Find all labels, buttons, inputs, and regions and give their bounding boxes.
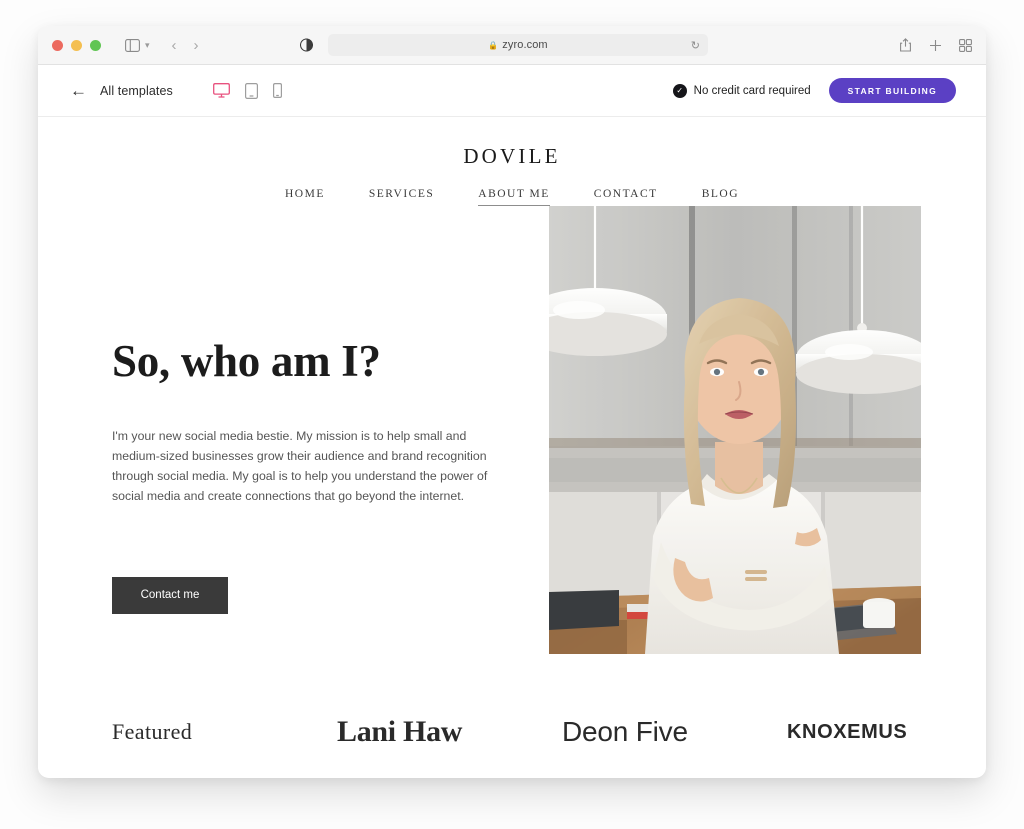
site-logo[interactable]: DOVILE bbox=[38, 117, 986, 169]
device-preview-switcher bbox=[212, 82, 282, 99]
nav-item-home[interactable]: HOME bbox=[285, 188, 325, 206]
all-templates-label[interactable]: All templates bbox=[100, 84, 173, 98]
page-title: So, who am I? bbox=[112, 336, 381, 386]
hero-paragraph: I'm your new social media bestie. My mis… bbox=[112, 429, 488, 503]
template-toolbar: ← All templates ✓ No credit card require… bbox=[38, 65, 986, 117]
brand-knoxemus: KNOXEMUS bbox=[787, 720, 908, 743]
address-bar[interactable]: 🔒 zyro.com ↻ bbox=[328, 34, 708, 56]
back-to-templates-icon[interactable]: ← bbox=[70, 82, 87, 99]
browser-navigation[interactable]: ‹ › bbox=[172, 37, 199, 54]
contact-me-button[interactable]: Contact me bbox=[112, 576, 228, 614]
desktop-preview-icon[interactable] bbox=[212, 83, 230, 98]
reload-icon[interactable]: ↻ bbox=[691, 39, 700, 52]
check-circle-icon: ✓ bbox=[672, 83, 687, 98]
browser-toolbar: ▾ ‹ › 🔒 zyro.com ↻ bbox=[38, 26, 986, 65]
forward-arrow-icon[interactable]: › bbox=[194, 37, 199, 54]
brand-featured: Featured bbox=[112, 719, 193, 744]
minimize-window-button[interactable] bbox=[71, 39, 82, 51]
no-credit-card-label: No credit card required bbox=[693, 84, 811, 97]
hero-content: So, who am I? I'm your new social media … bbox=[74, 238, 549, 614]
share-icon[interactable] bbox=[899, 38, 912, 52]
url-text: zyro.com bbox=[502, 39, 548, 51]
nav-item-services[interactable]: SERVICES bbox=[369, 188, 434, 206]
window-controls[interactable] bbox=[52, 39, 101, 51]
mobile-preview-icon[interactable] bbox=[272, 83, 282, 98]
chevron-down-icon[interactable]: ▾ bbox=[145, 40, 150, 51]
site-preview: DOVILE HOME SERVICES ABOUT ME CONTACT BL… bbox=[38, 117, 986, 777]
nav-item-about-me[interactable]: ABOUT ME bbox=[478, 188, 550, 206]
close-window-button[interactable] bbox=[52, 39, 63, 51]
sidebar-toggle-icon[interactable] bbox=[125, 38, 140, 52]
plus-icon[interactable] bbox=[929, 39, 942, 52]
maximize-window-button[interactable] bbox=[90, 39, 101, 51]
hero-section: So, who am I? I'm your new social media … bbox=[38, 206, 986, 654]
template-toolbar-actions: ✓ No credit card required START BUILDING bbox=[672, 78, 956, 103]
brand-lani-haw: Lani Haw bbox=[337, 715, 463, 748]
toolbar-actions bbox=[899, 38, 972, 52]
tablet-preview-icon[interactable] bbox=[244, 82, 258, 99]
portrait-photo-illustration bbox=[549, 206, 921, 654]
hero-photo bbox=[549, 206, 921, 654]
nav-item-blog[interactable]: BLOG bbox=[702, 188, 739, 206]
privacy-shield-icon[interactable] bbox=[300, 38, 313, 52]
browser-window: ▾ ‹ › 🔒 zyro.com ↻ ← All templates ✓ No … bbox=[38, 26, 986, 778]
site-navigation: HOME SERVICES ABOUT ME CONTACT BLOG bbox=[38, 188, 986, 206]
nav-item-contact[interactable]: CONTACT bbox=[594, 188, 658, 206]
lock-icon: 🔒 bbox=[488, 40, 499, 50]
back-arrow-icon[interactable]: ‹ bbox=[172, 37, 177, 54]
brand-deon-five: Deon Five bbox=[562, 716, 688, 747]
no-credit-card-notice: ✓ No credit card required bbox=[672, 83, 811, 98]
featured-brands: Featured Lani Haw Deon Five KNOXEMUS bbox=[38, 715, 986, 749]
start-building-button[interactable]: START BUILDING bbox=[828, 78, 956, 103]
tab-grid-icon[interactable] bbox=[959, 38, 972, 52]
